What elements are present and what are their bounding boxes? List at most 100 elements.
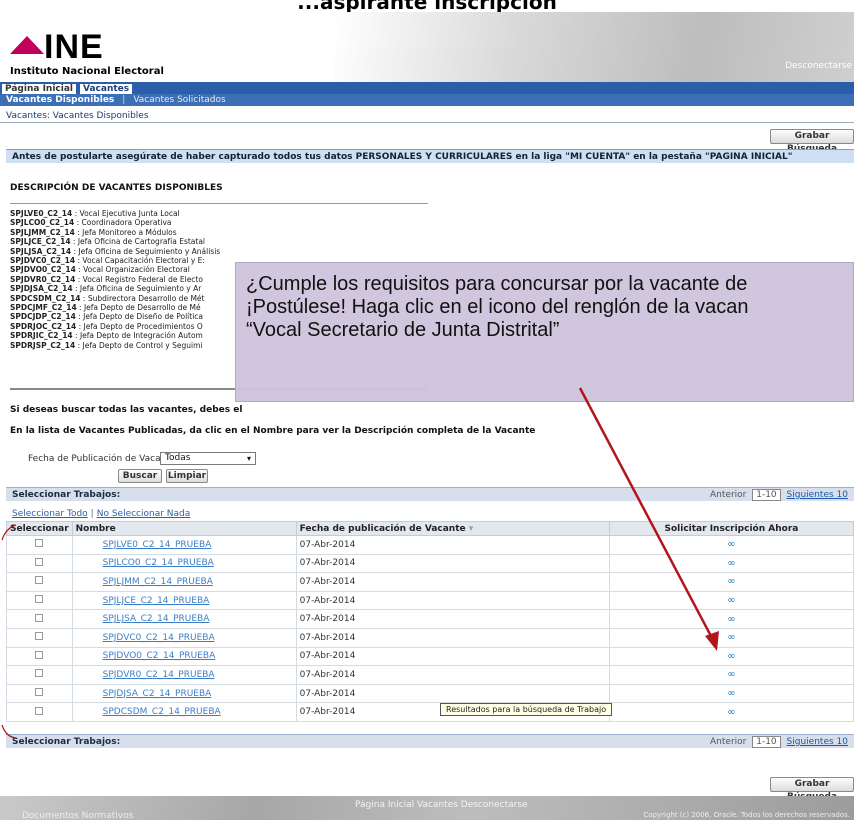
row-checkbox[interactable] [35, 557, 44, 566]
apply-binoculars-icon[interactable]: ∞ [727, 539, 735, 550]
table-row: SPJLJCE_C2_14_PRUEBA 07-Abr-2014 ∞ [6, 590, 854, 611]
row-apply-cell: ∞ [608, 572, 854, 592]
row-date: 07-Abr-2014 [295, 535, 610, 555]
clear-button[interactable]: Limpiar [166, 469, 208, 483]
callout-line-1: ¿Cumple los requisitos para concursar po… [246, 273, 748, 295]
table-toolbar-top: Seleccionar Trabajos: Anterior 1-10 Sigu… [6, 487, 854, 501]
vacancy-name-link[interactable]: SPJDVO0_C2_14_PRUEBA [103, 651, 216, 661]
select-jobs-label: Seleccionar Trabajos: [12, 490, 121, 500]
row-name-cell: SPJDVC0_C2_14_PRUEBA [71, 627, 297, 648]
description-item: SPJLCO0_C2_14 : Coordinadora Operativa [10, 218, 172, 228]
next-page-link[interactable]: Siguientes 10 [787, 490, 848, 500]
col-date[interactable]: Fecha de publicación de Vacante ▾ [295, 521, 610, 536]
page-range-select-bottom[interactable]: 1-10 [752, 736, 781, 748]
apply-binoculars-icon[interactable]: ∞ [727, 558, 735, 569]
next-page-link-bottom[interactable]: Siguientes 10 [787, 737, 848, 747]
row-date: 07-Abr-2014 [295, 590, 610, 611]
vacancy-name-link[interactable]: SPJLVE0_C2_14_PRUEBA [103, 540, 212, 550]
row-name-cell: SPJLJMM_C2_14_PRUEBA [71, 572, 297, 592]
row-checkbox[interactable] [35, 539, 44, 548]
row-apply-cell: ∞ [608, 702, 854, 722]
selection-links: Seleccionar Todo | No Seleccionar Nada [12, 509, 191, 519]
row-checkbox[interactable] [35, 669, 44, 678]
description-item: SPJDVO0_C2_14 : Vocal Organización Elect… [10, 265, 190, 275]
apply-binoculars-icon[interactable]: ∞ [727, 614, 735, 625]
footer-nav[interactable]: Página Inicial Vacantes Desconectarse [355, 800, 528, 810]
description-item: SPDCSDM_C2_14 : Subdirectora Desarrollo … [10, 293, 205, 303]
vacancy-name-link[interactable]: SPJLJCE_C2_14_PRUEBA [103, 596, 210, 606]
subtab-vacantes-disponibles[interactable]: Vacantes Disponibles [6, 95, 114, 105]
profile-notice: Antes de postularte asegúrate de haber c… [6, 149, 854, 163]
instruction-callout: ¿Cumple los requisitos para concursar po… [235, 262, 854, 402]
publication-date-select[interactable]: Todas [160, 452, 256, 465]
subtab-vacantes-solicitados[interactable]: Vacantes Solicitados [133, 95, 225, 105]
select-none-link[interactable]: No Seleccionar Nada [97, 509, 191, 519]
description-item: SPJLJCE_C2_14 : Jefa Oficina de Cartogra… [10, 237, 206, 247]
breadcrumb: Vacantes: Vacantes Disponibles [6, 111, 149, 121]
row-select-cell [6, 627, 73, 648]
pager-top: Anterior 1-10 Siguientes 10 [710, 488, 848, 502]
row-name-cell: SPJDVO0_C2_14_PRUEBA [71, 646, 297, 667]
tooltip: Resultados para la búsqueda de Trabajo [440, 703, 613, 716]
row-apply-cell: ∞ [608, 665, 854, 685]
vacancy-name-link[interactable]: SPJLJMM_C2_14_PRUEBA [103, 577, 213, 587]
apply-binoculars-icon[interactable]: ∞ [727, 632, 735, 643]
row-select-cell [6, 646, 73, 667]
row-checkbox[interactable] [35, 595, 44, 604]
apply-binoculars-icon[interactable]: ∞ [727, 688, 735, 699]
tab-vacantes[interactable]: Vacantes [80, 84, 133, 94]
row-checkbox[interactable] [35, 650, 44, 659]
row-apply-cell: ∞ [608, 609, 854, 629]
vacancy-name-link[interactable]: SPJDVC0_C2_14_PRUEBA [103, 633, 215, 643]
row-checkbox[interactable] [35, 576, 44, 585]
table-row: SPDCSDM_C2_14_PRUEBA 07-Abr-2014 ∞ [6, 702, 854, 722]
table-row: SPJDJSA_C2_14_PRUEBA 07-Abr-2014 ∞ [6, 683, 854, 704]
vacancy-name-link[interactable]: SPJDJSA_C2_14_PRUEBA [103, 689, 212, 699]
pager-bottom: Anterior 1-10 Siguientes 10 [710, 735, 848, 749]
row-apply-cell: ∞ [608, 553, 854, 574]
vacancy-name-link[interactable]: SPJLJSA_C2_14_PRUEBA [103, 614, 210, 624]
page-range-select[interactable]: 1-10 [752, 489, 781, 501]
description-item: SPDCJMF_C2_14 : Jefa Depto de Desarrollo… [10, 303, 201, 313]
col-name[interactable]: Nombre [71, 521, 297, 536]
row-select-cell [6, 683, 73, 704]
table-row: SPJDVC0_C2_14_PRUEBA 07-Abr-2014 ∞ [6, 627, 854, 648]
save-search-button-bottom[interactable]: Grabar Búsqueda [770, 777, 854, 802]
vacancy-name-link[interactable]: SPDCSDM_C2_14_PRUEBA [103, 707, 221, 717]
row-name-cell: SPJLCO0_C2_14_PRUEBA [71, 553, 297, 574]
col-apply: Solicitar Inscripción Ahora [608, 521, 854, 536]
callout-line-2: ¡Postúlese! Haga clic en el icono del re… [246, 296, 749, 318]
table-row: SPJLVE0_C2_14_PRUEBA 07-Abr-2014 ∞ [6, 535, 854, 555]
description-item: SPJLVE0_C2_14 : Vocal Ejecutiva Junta Lo… [10, 209, 180, 218]
save-search-button-top[interactable]: Grabar Búsqueda [770, 129, 854, 154]
descriptions-divider [10, 203, 428, 204]
row-apply-cell: ∞ [608, 627, 854, 648]
prev-page-link-bottom[interactable]: Anterior [710, 737, 746, 747]
row-checkbox[interactable] [35, 688, 44, 697]
breadcrumb-divider [0, 122, 854, 123]
vacancy-name-link[interactable]: SPJDVR0_C2_14_PRUEBA [103, 670, 215, 680]
row-checkbox[interactable] [35, 632, 44, 641]
row-checkbox[interactable] [35, 706, 44, 715]
description-item: SPJDVR0_C2_14 : Vocal Registro Federal d… [10, 274, 203, 284]
subtab-separator: | [122, 95, 126, 105]
row-checkbox[interactable] [35, 613, 44, 622]
select-all-link[interactable]: Seleccionar Todo [12, 509, 88, 519]
search-note: Si deseas buscar todas las vacantes, deb… [10, 405, 243, 415]
disconnect-link[interactable]: Desconectarse [785, 61, 852, 71]
description-item: SPJLJSA_C2_14 : Jefa Oficina de Seguimie… [10, 246, 221, 256]
tab-pagina-inicial[interactable]: Página Inicial [2, 84, 76, 94]
apply-binoculars-icon[interactable]: ∞ [727, 651, 735, 662]
search-button[interactable]: Buscar [118, 469, 162, 483]
sort-desc-icon[interactable]: ▾ [469, 524, 474, 534]
prev-page-link[interactable]: Anterior [710, 490, 746, 500]
table-row: SPJDVO0_C2_14_PRUEBA 07-Abr-2014 ∞ [6, 646, 854, 667]
apply-binoculars-icon[interactable]: ∞ [727, 707, 735, 718]
row-select-cell [6, 572, 73, 592]
apply-binoculars-icon[interactable]: ∞ [727, 576, 735, 587]
apply-binoculars-icon[interactable]: ∞ [727, 595, 735, 606]
vacancy-name-link[interactable]: SPJLCO0_C2_14_PRUEBA [103, 558, 214, 568]
row-select-cell [6, 609, 73, 629]
list-note: En la lista de Vacantes Publicadas, da c… [10, 426, 536, 436]
apply-binoculars-icon[interactable]: ∞ [727, 669, 735, 680]
